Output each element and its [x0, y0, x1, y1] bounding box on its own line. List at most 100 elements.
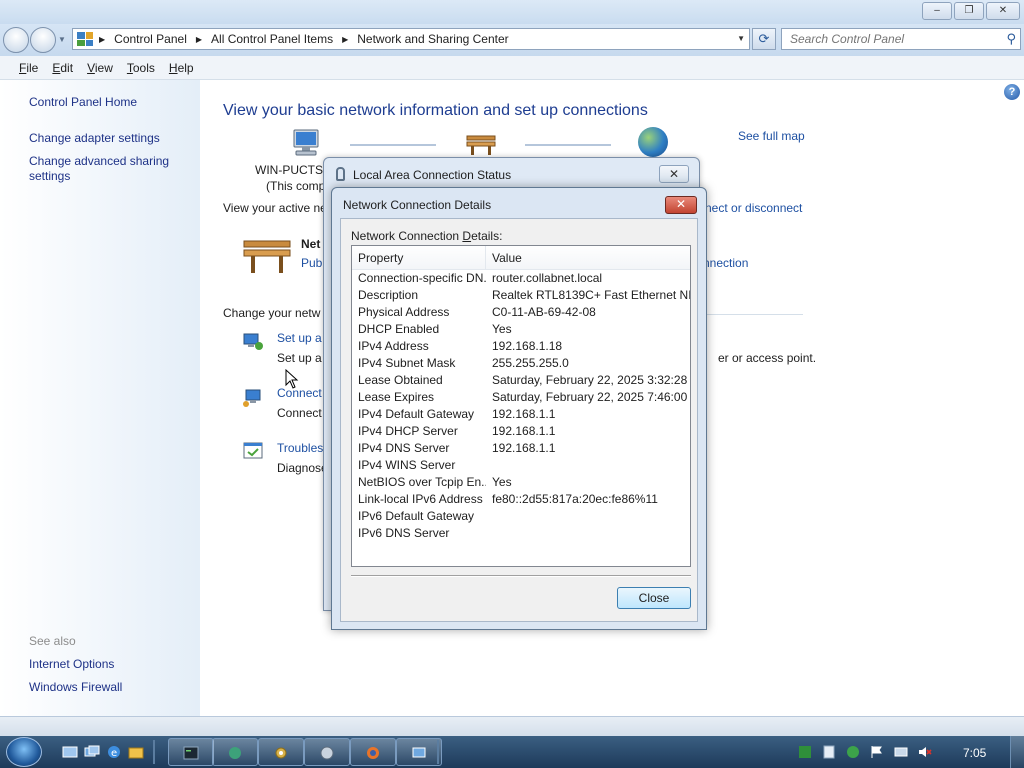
windows-firewall-link[interactable]: Windows Firewall	[29, 680, 122, 695]
network-tray-icon[interactable]	[894, 745, 908, 759]
connect-disconnect-link[interactable]: nect or disconnect	[705, 201, 802, 215]
breadcrumb-control-panel[interactable]: Control Panel	[114, 32, 187, 46]
start-button-icon[interactable]	[6, 737, 42, 767]
details-dialog-title: Network Connection Details	[343, 198, 492, 212]
address-dropdown-icon[interactable]: ▼	[737, 34, 745, 43]
property-cell: Lease Expires	[358, 390, 435, 404]
table-row[interactable]: NetBIOS over Tcpip En... Yes	[352, 474, 690, 491]
details-dialog-close-x-button[interactable]: ✕	[665, 196, 697, 214]
breadcrumb-chevron-icon[interactable]: ▶	[99, 35, 105, 44]
taskbar-button-command-prompt[interactable]	[168, 738, 214, 766]
breadcrumb-chevron-icon[interactable]: ▶	[342, 35, 348, 44]
show-desktop-button[interactable]	[1010, 736, 1024, 768]
taskbar-button-firefox[interactable]	[350, 738, 396, 766]
active-networks-label: View your active ne	[223, 201, 327, 215]
network-icon	[229, 747, 241, 759]
mouse-cursor-icon	[285, 369, 299, 389]
menu-help[interactable]: Help	[169, 61, 194, 75]
table-row[interactable]: IPv4 DNS Server 192.168.1.1	[352, 440, 690, 457]
network-type-link[interactable]: Pub	[301, 256, 322, 270]
internet-explorer-icon[interactable]: e	[106, 744, 122, 760]
folder-icon[interactable]	[128, 744, 144, 760]
property-cell: IPv4 Default Gateway	[358, 407, 475, 421]
search-box[interactable]: ⚲	[781, 28, 1021, 50]
taskbar-button-network[interactable]	[212, 738, 258, 766]
change-adapter-settings-link[interactable]: Change adapter settings	[29, 131, 160, 146]
action-center-flag-icon[interactable]	[870, 745, 884, 759]
search-input[interactable]	[782, 29, 992, 49]
table-row[interactable]: Link-local IPv6 Address fe80::2d55:817a:2…	[352, 491, 690, 508]
taskbar-button-network-center[interactable]	[396, 738, 442, 766]
status-dialog-close-button[interactable]: ✕	[659, 165, 689, 183]
menu-edit[interactable]: Edit	[52, 61, 73, 75]
property-cell: IPv6 Default Gateway	[358, 509, 475, 523]
table-row[interactable]: Connection-specific DN... router.collabne…	[352, 270, 690, 287]
taskbar-separator	[153, 740, 155, 764]
security-shield-icon[interactable]	[846, 745, 860, 759]
table-row[interactable]: DHCP Enabled Yes	[352, 321, 690, 338]
help-icon[interactable]: ?	[1004, 84, 1020, 100]
value-cell	[486, 525, 690, 542]
table-row[interactable]: IPv4 Address 192.168.1.18	[352, 338, 690, 355]
table-row[interactable]: Description Realtek RTL8139C+ Fast Ethern…	[352, 287, 690, 304]
terminal-icon	[183, 746, 199, 760]
property-cell: DHCP Enabled	[358, 322, 440, 336]
minimize-button[interactable]: –	[922, 2, 952, 20]
recent-pages-chevron-icon[interactable]: ▼	[58, 35, 66, 44]
change-settings-label: Change your netw	[223, 306, 321, 320]
table-row[interactable]: Lease Obtained Saturday, February 22, 202…	[352, 372, 690, 389]
troubleshoot-description: Diagnose	[277, 461, 328, 475]
taskbar-button-settings[interactable]	[258, 738, 304, 766]
details-list-view[interactable]: Property Value Connection-specific DN...…	[351, 245, 691, 567]
taskbar-clock[interactable]: 7:05	[963, 746, 986, 760]
table-row[interactable]: IPv4 DHCP Server 192.168.1.1	[352, 423, 690, 440]
network-bench-icon	[243, 240, 291, 273]
local-area-connection-link[interactable]: nnection	[703, 256, 748, 270]
back-button[interactable]	[3, 27, 29, 53]
breadcrumb-network-sharing[interactable]: Network and Sharing Center	[357, 32, 508, 46]
close-button[interactable]: Close	[617, 587, 691, 609]
close-window-button[interactable]: ✕	[986, 2, 1020, 20]
tray-green-icon[interactable]	[798, 745, 812, 759]
left-navigation-pane: Control Panel Home Change adapter settin…	[0, 80, 200, 716]
tray-document-icon[interactable]	[822, 745, 836, 759]
table-row[interactable]: IPv6 Default Gateway	[352, 508, 690, 525]
divider	[700, 314, 803, 315]
change-advanced-sharing-link[interactable]: Change advanced sharing settings	[29, 154, 189, 184]
restore-button[interactable]: ❐	[954, 2, 984, 20]
property-cell: IPv6 DNS Server	[358, 526, 450, 540]
volume-muted-icon[interactable]	[918, 745, 932, 759]
menu-view[interactable]: View	[87, 61, 113, 75]
setup-connection-link[interactable]: Set up a	[277, 331, 322, 345]
column-header-value[interactable]: Value	[486, 246, 690, 269]
table-row[interactable]: IPv6 DNS Server	[352, 525, 690, 542]
control-panel-home-link[interactable]: Control Panel Home	[29, 95, 137, 110]
refresh-icon[interactable]: ⟳	[752, 28, 776, 50]
taskbar-button-tool[interactable]	[304, 738, 350, 766]
switch-windows-icon[interactable]	[84, 744, 100, 760]
breadcrumb-chevron-icon[interactable]: ▶	[196, 35, 202, 44]
window-controls: – ❐ ✕	[922, 2, 1020, 20]
table-row[interactable]: IPv4 WINS Server	[352, 457, 690, 474]
internet-options-link[interactable]: Internet Options	[29, 657, 114, 672]
menu-tools[interactable]: Tools	[127, 61, 155, 75]
connect-network-link[interactable]: Connect	[277, 386, 322, 400]
table-row[interactable]: IPv4 Subnet Mask 255.255.255.0	[352, 355, 690, 372]
taskbar-separator	[437, 740, 439, 764]
column-header-property[interactable]: Property	[352, 246, 486, 269]
details-list-label: Network Connection Details:	[351, 229, 503, 243]
table-row[interactable]: Lease Expires Saturday, February 22, 2025…	[352, 389, 690, 406]
search-icon[interactable]: ⚲	[1006, 31, 1016, 47]
menu-file[interactable]: File	[19, 61, 38, 75]
value-cell: 192.168.1.1	[492, 424, 556, 438]
see-full-map-link[interactable]: See full map	[738, 129, 805, 143]
forward-button[interactable]	[30, 27, 56, 53]
troubleshoot-link[interactable]: Troubles	[277, 441, 323, 455]
table-row[interactable]: IPv4 Default Gateway 192.168.1.1	[352, 406, 690, 423]
breadcrumb-all-items[interactable]: All Control Panel Items	[211, 32, 333, 46]
table-row[interactable]: Physical Address C0-11-AB-69-42-08	[352, 304, 690, 321]
show-desktop-icon[interactable]	[62, 744, 78, 760]
internet-globe-icon	[638, 127, 668, 157]
property-cell: Description	[358, 288, 419, 302]
address-bar[interactable]: ▶ Control Panel ▶ All Control Panel Item…	[72, 28, 750, 50]
